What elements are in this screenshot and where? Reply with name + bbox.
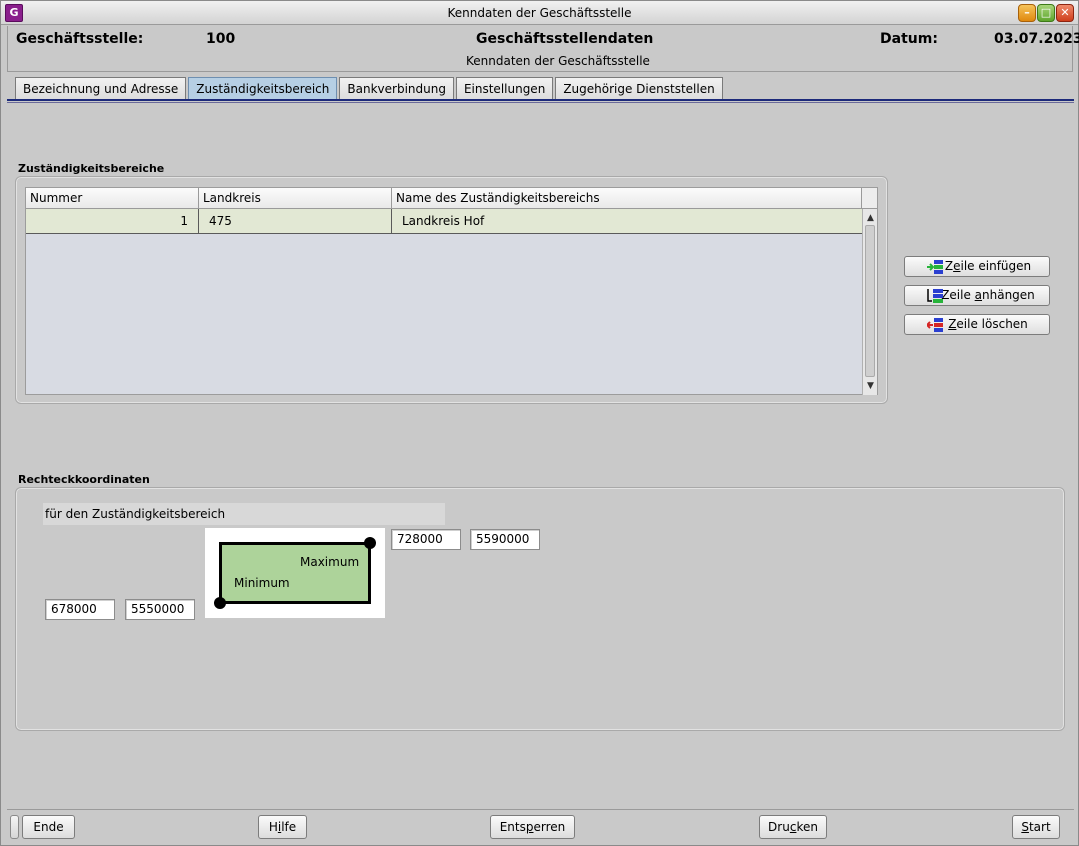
scroll-corner bbox=[862, 188, 877, 209]
tab-bar: Bezeichnung und Adresse Zuständigkeitsbe… bbox=[15, 77, 725, 100]
footer-grip-handle[interactable] bbox=[10, 815, 19, 839]
zustaendigkeit-section-title: Zuständigkeitsbereiche bbox=[18, 162, 165, 175]
append-row-label-mnemonic: a bbox=[974, 288, 983, 302]
table-row[interactable]: 1 475 Landkreis Hof bbox=[26, 209, 862, 234]
minimize-icon[interactable]: – bbox=[1018, 4, 1036, 22]
center-title: Geschäftsstellendaten bbox=[476, 31, 654, 47]
maximize-icon[interactable]: □ bbox=[1037, 4, 1055, 22]
tab-einstellungen[interactable]: Einstellungen bbox=[455, 77, 554, 100]
tab-divider bbox=[7, 99, 1074, 103]
coordinates-section-title: Rechteckkoordinaten bbox=[18, 473, 150, 486]
entsperren-label-pre: Ents bbox=[499, 820, 526, 834]
cell-landkreis[interactable]: 475 bbox=[199, 209, 392, 233]
tab-bankverbindung[interactable]: Bankverbindung bbox=[339, 77, 454, 100]
date-value: 03.07.2023 bbox=[994, 31, 1079, 47]
office-label: Geschäftsstelle: bbox=[16, 31, 144, 47]
coordinates-subtitle: für den Zuständigkeitsbereich bbox=[43, 503, 445, 525]
header-panel: Geschäftsstelle: 100 Geschäftsstellendat… bbox=[7, 26, 1079, 72]
drucken-label-pre: Dru bbox=[768, 820, 790, 834]
scroll-thumb[interactable] bbox=[865, 225, 875, 377]
start-label-mnemonic: S bbox=[1021, 820, 1029, 834]
title-bar[interactable]: G Kenndaten der Geschäftsstelle – □ ✕ bbox=[1, 1, 1078, 25]
main-window: G Kenndaten der Geschäftsstelle – □ ✕ Ge… bbox=[0, 0, 1079, 846]
cell-name[interactable]: Landkreis Hof bbox=[392, 209, 862, 233]
drucken-button[interactable]: Drucken bbox=[759, 815, 827, 839]
insert-row-button[interactable]: Zeile einfügen bbox=[904, 256, 1050, 277]
insert-row-label-mnemonic: e bbox=[953, 259, 961, 273]
entsperren-label-mnemonic: p bbox=[525, 820, 534, 834]
column-header-landkreis[interactable]: Landkreis bbox=[199, 188, 392, 208]
insert-row-label-pre: Z bbox=[944, 259, 954, 273]
column-header-nummer[interactable]: Nummer bbox=[26, 188, 199, 208]
table-header: Nummer Landkreis Name des Zuständigkeits… bbox=[26, 188, 862, 209]
append-row-icon bbox=[927, 289, 943, 303]
close-icon[interactable]: ✕ bbox=[1056, 4, 1074, 22]
column-header-name[interactable]: Name des Zuständigkeitsbereichs bbox=[392, 188, 862, 208]
date-label: Datum: bbox=[880, 31, 938, 47]
start-button[interactable]: Start bbox=[1012, 815, 1060, 839]
append-row-button[interactable]: Zeile anhängen bbox=[904, 285, 1050, 306]
center-subtitle: Kenndaten der Geschäftsstelle bbox=[466, 54, 650, 68]
office-value: 100 bbox=[206, 31, 236, 47]
entsperren-button[interactable]: Entsperren bbox=[490, 815, 575, 839]
delete-row-label-post: eile löschen bbox=[956, 317, 1028, 331]
minimum-label: Minimum bbox=[234, 576, 290, 590]
rectangle-area bbox=[219, 542, 371, 604]
append-row-label-pre: Zeile bbox=[941, 288, 975, 302]
scroll-up-icon[interactable]: ▲ bbox=[863, 211, 878, 225]
hilfe-button[interactable]: Hilfe bbox=[258, 815, 307, 839]
hilfe-label-pre: H bbox=[268, 820, 278, 834]
maximum-label: Maximum bbox=[300, 555, 360, 569]
min-y-input[interactable]: 5550000 bbox=[125, 599, 195, 620]
insert-row-label-post: ile einfügen bbox=[960, 259, 1032, 273]
hilfe-label-post: lfe bbox=[281, 820, 297, 834]
tab-zugehoerige-dienststellen[interactable]: Zugehörige Dienststellen bbox=[555, 77, 723, 100]
insert-row-icon bbox=[927, 260, 943, 274]
scroll-down-icon[interactable]: ▼ bbox=[863, 379, 878, 393]
entsperren-label-post: erren bbox=[533, 820, 566, 834]
min-x-input[interactable]: 678000 bbox=[45, 599, 115, 620]
delete-row-button[interactable]: Zeile löschen bbox=[904, 314, 1050, 335]
max-x-input[interactable]: 728000 bbox=[391, 529, 461, 550]
tab-zustaendigkeitsbereich[interactable]: Zuständigkeitsbereich bbox=[188, 77, 338, 100]
ende-button[interactable]: Ende bbox=[22, 815, 75, 839]
delete-row-icon bbox=[927, 318, 943, 332]
table-scrollbar[interactable]: ▲ ▼ bbox=[862, 209, 877, 395]
max-y-input[interactable]: 5590000 bbox=[470, 529, 540, 550]
drucken-label-post: ken bbox=[796, 820, 818, 834]
start-label-post: tart bbox=[1028, 820, 1051, 834]
tab-bezeichnung-adresse[interactable]: Bezeichnung und Adresse bbox=[15, 77, 187, 100]
append-row-label-post: nhängen bbox=[982, 288, 1035, 302]
max-corner-dot bbox=[364, 537, 376, 549]
window-title: Kenndaten der Geschäftsstelle bbox=[447, 6, 632, 20]
cell-nummer[interactable]: 1 bbox=[26, 209, 199, 233]
min-corner-dot bbox=[214, 597, 226, 609]
zustaendigkeit-table[interactable]: Nummer Landkreis Name des Zuständigkeits… bbox=[25, 187, 878, 395]
rectangle-diagram: Maximum Minimum bbox=[205, 528, 385, 618]
